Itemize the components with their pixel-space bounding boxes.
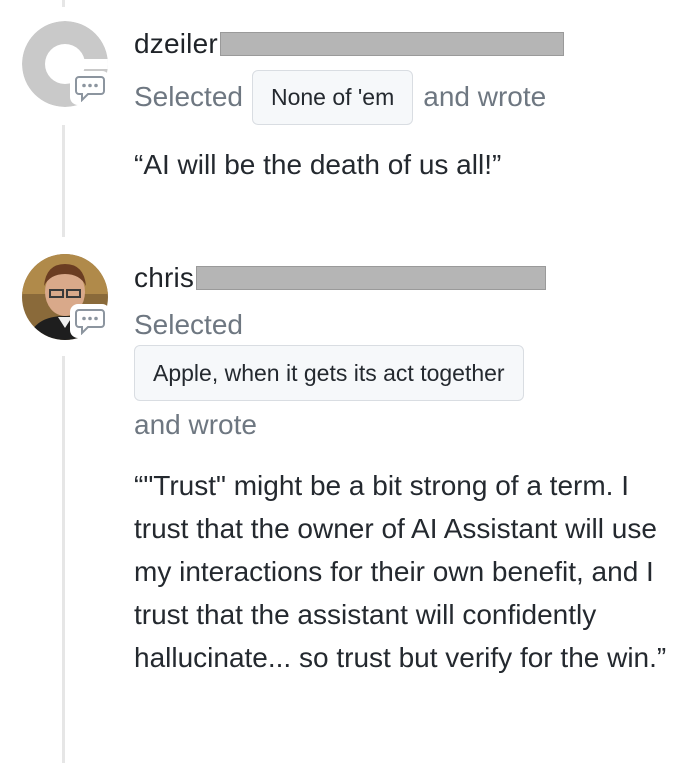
- username[interactable]: dzeiler: [134, 28, 218, 60]
- selected-label: Selected: [134, 309, 243, 340]
- speech-bubble-icon: [70, 304, 110, 338]
- wrote-label: and wrote: [423, 81, 547, 112]
- username-row: dzeiler: [134, 26, 564, 62]
- username-row: chris: [134, 260, 547, 296]
- selected-label: Selected: [134, 81, 243, 112]
- redacted-username: [196, 266, 547, 290]
- avatar[interactable]: [22, 21, 110, 107]
- speech-bubble-icon: [70, 71, 110, 105]
- comment-item: chris Selected Apple, when it gets its a…: [0, 250, 700, 750]
- comment-item: dzeiler Selected None of 'em and wrote “…: [0, 0, 700, 230]
- choice-chip: Apple, when it gets its act together: [134, 345, 524, 401]
- avatar[interactable]: [22, 254, 110, 340]
- comment-text: “AI will be the death of us all!”: [134, 149, 502, 180]
- wrote-label: and wrote: [134, 409, 257, 440]
- choice-chip: None of 'em: [251, 69, 414, 125]
- selection-line: Selected None of 'em and wrote: [134, 69, 547, 125]
- comment-text: “"Trust" might be a bit strong of a term…: [134, 470, 667, 673]
- redacted-username: [219, 32, 564, 56]
- username[interactable]: chris: [134, 262, 194, 294]
